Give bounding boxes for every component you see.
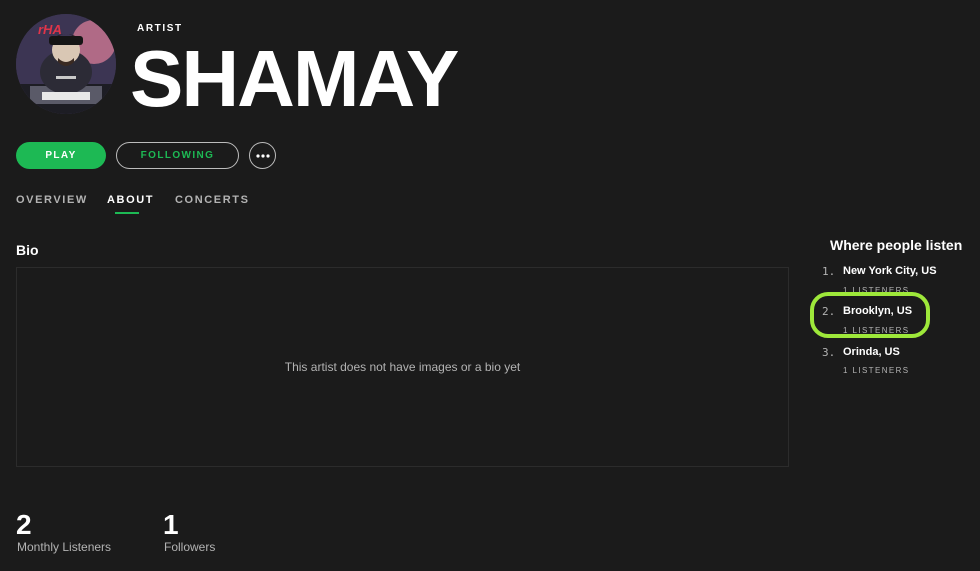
- artist-avatar-image: rHA: [16, 14, 116, 114]
- play-button[interactable]: PLAY: [16, 142, 106, 169]
- where-people-listen-heading: Where people listen: [830, 237, 963, 253]
- svg-text:rHA: rHA: [38, 22, 62, 37]
- monthly-listeners-count: 2: [16, 509, 32, 540]
- followers-count: 1: [163, 509, 179, 540]
- tab-concerts[interactable]: CONCERTS: [175, 194, 250, 206]
- location-rank: 3.: [822, 346, 836, 359]
- more-horizontal-icon: [255, 153, 270, 158]
- following-button[interactable]: FOLLOWING: [116, 142, 239, 169]
- artist-name: SHAMAY: [130, 34, 459, 123]
- followers-label: Followers: [164, 540, 216, 554]
- location-rank: 1.: [822, 265, 836, 278]
- location-city: New York City, US: [843, 265, 937, 277]
- location-city: Orinda, US: [843, 346, 900, 358]
- location-listeners: 1 LISTENERS: [843, 366, 910, 375]
- more-options-button[interactable]: [249, 142, 276, 169]
- monthly-listeners-label: Monthly Listeners: [17, 540, 112, 554]
- bio-panel: This artist does not have images or a bi…: [16, 267, 789, 467]
- active-tab-indicator: [115, 212, 139, 214]
- tab-about[interactable]: ABOUT: [107, 194, 154, 206]
- artist-type-label: ARTIST: [137, 23, 183, 34]
- tab-overview[interactable]: OVERVIEW: [16, 194, 88, 206]
- artist-avatar: rHA: [16, 14, 116, 114]
- bio-empty-message: This artist does not have images or a bi…: [284, 360, 521, 374]
- bio-heading: Bio: [16, 242, 39, 258]
- artist-page: rHA ARTIST SHAMAY PLAY FOLLOWING OVERVIE…: [0, 0, 980, 571]
- highlight-annotation: [810, 292, 930, 338]
